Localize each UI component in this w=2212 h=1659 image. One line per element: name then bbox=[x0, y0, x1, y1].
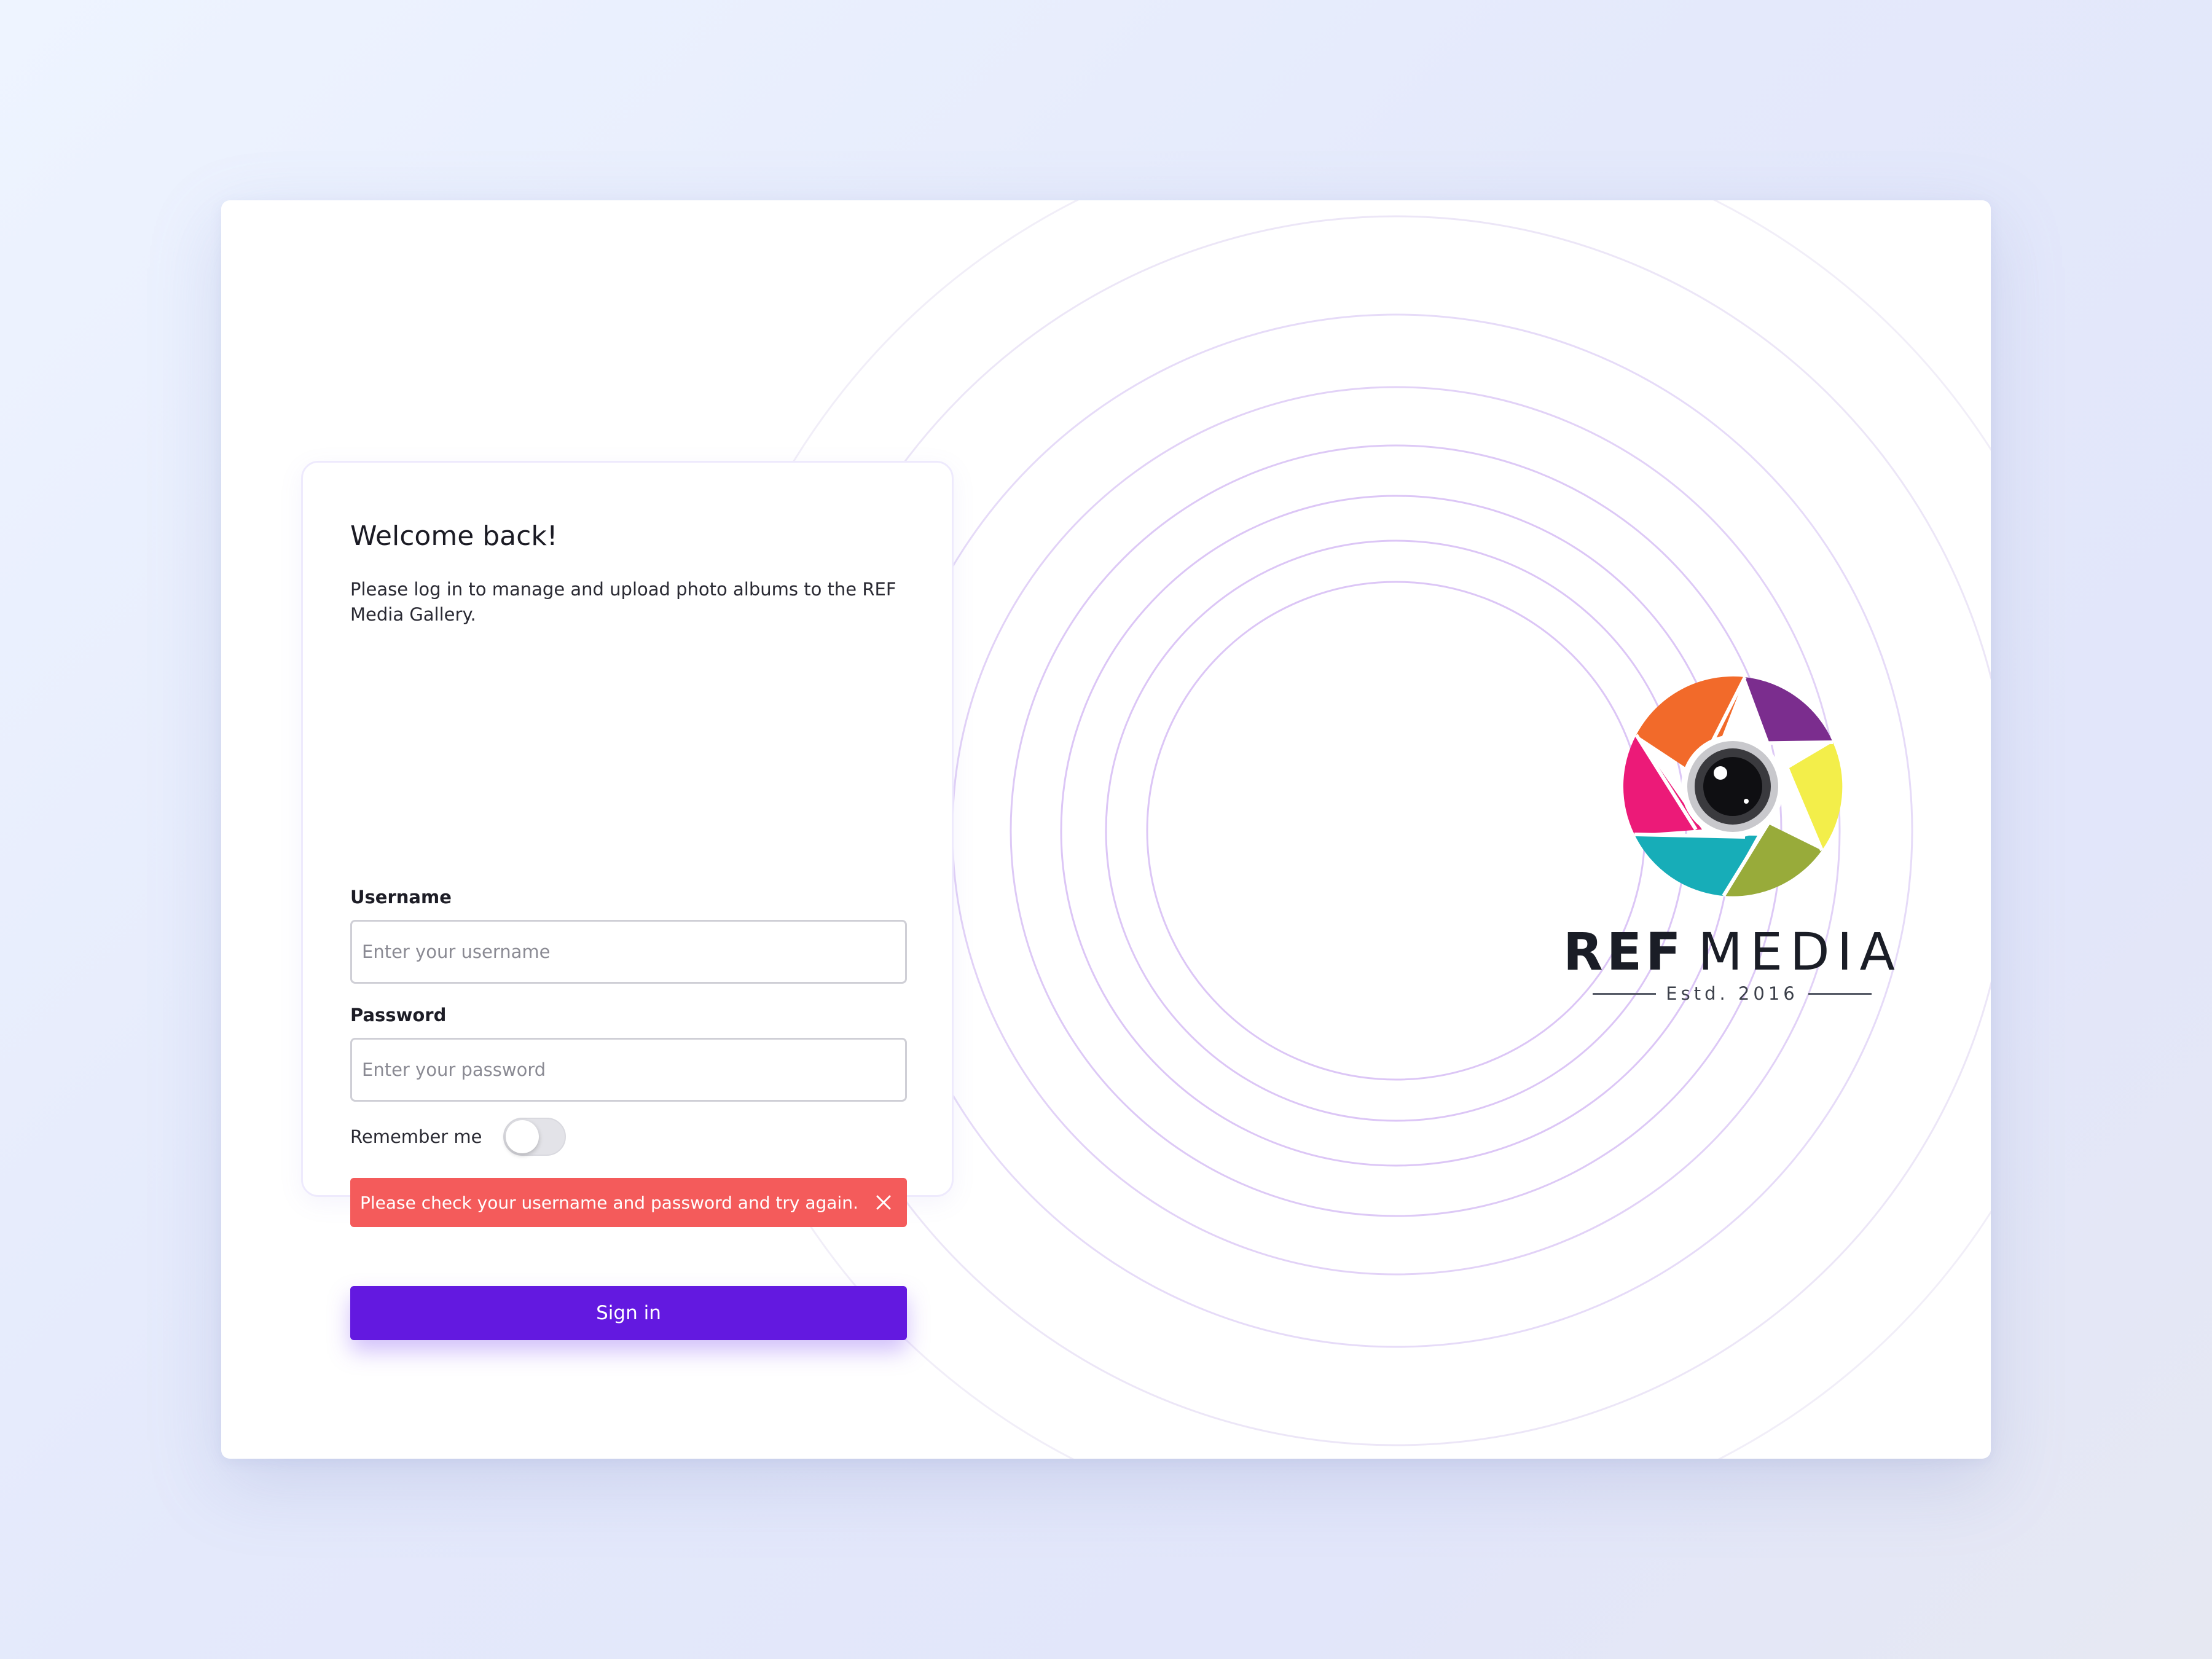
divider bbox=[1808, 992, 1872, 995]
login-card: Welcome back! Please log in to manage an… bbox=[301, 461, 954, 1340]
page-title: Welcome back! bbox=[350, 520, 558, 552]
login-window: Welcome back! Please log in to manage an… bbox=[221, 200, 1991, 1459]
toggle-knob bbox=[505, 1120, 539, 1153]
camera-aperture-icon bbox=[1623, 676, 1843, 897]
brand-name-bold: REF bbox=[1563, 922, 1685, 982]
username-input[interactable] bbox=[350, 920, 907, 984]
error-message: Please check your username and password … bbox=[360, 1192, 858, 1213]
password-label: Password bbox=[350, 1005, 447, 1026]
sign-in-button[interactable]: Sign in bbox=[350, 1286, 907, 1340]
login-subtitle: Please log in to manage and upload photo… bbox=[350, 579, 896, 625]
divider bbox=[1593, 992, 1657, 995]
brand-name: REF MEDIA bbox=[1563, 922, 1895, 982]
brand-established: Estd. 2016 bbox=[1593, 983, 1872, 1004]
established-text: Estd. 2016 bbox=[1666, 983, 1798, 1004]
close-icon[interactable] bbox=[870, 1189, 897, 1216]
username-label: Username bbox=[350, 887, 452, 908]
brand-name-light: MEDIA bbox=[1698, 922, 1902, 982]
remember-me-label: Remember me bbox=[350, 1126, 482, 1147]
error-alert: Please check your username and password … bbox=[350, 1178, 907, 1227]
close-icon-glyph bbox=[876, 1195, 891, 1210]
password-input[interactable] bbox=[350, 1038, 907, 1102]
remember-me-row: Remember me bbox=[350, 1118, 566, 1156]
brand-logo: REF MEDIA Estd. 2016 bbox=[1563, 664, 1899, 1004]
remember-me-toggle[interactable] bbox=[503, 1118, 566, 1156]
